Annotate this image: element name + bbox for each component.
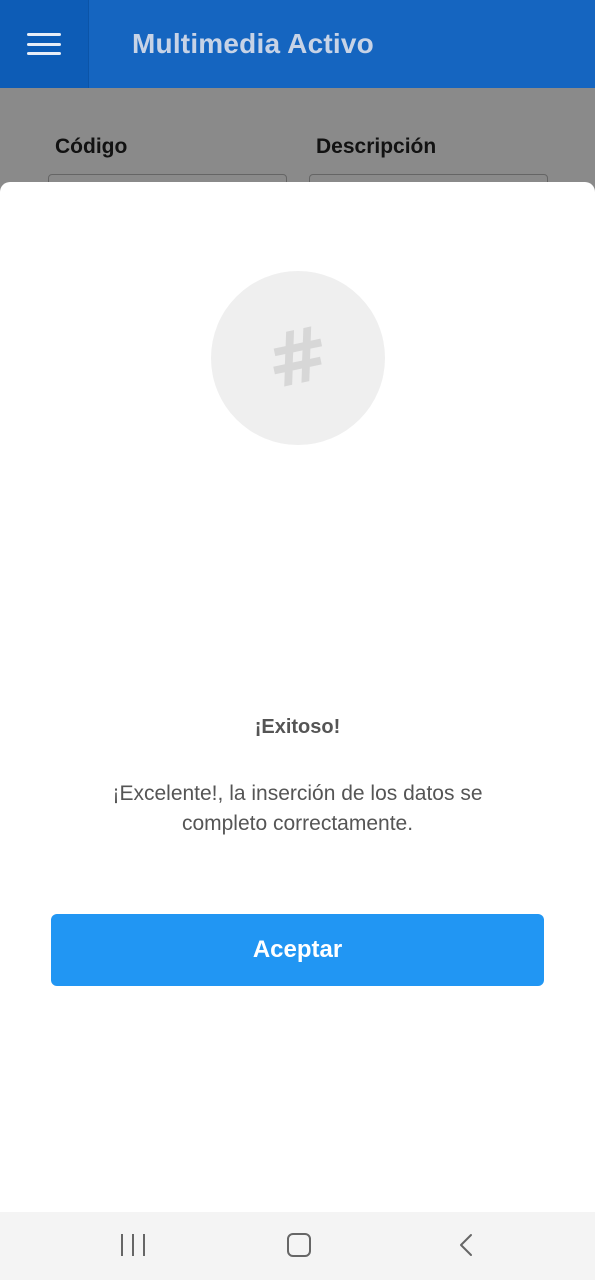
- hash-icon: #: [258, 309, 338, 407]
- dialog-message: ¡Excelente!, la inserción de los datos s…: [112, 782, 483, 835]
- success-dialog: # ¡Exitoso! ¡Excelente!, la inserción de…: [0, 182, 595, 1212]
- accept-button[interactable]: Aceptar: [51, 914, 544, 986]
- home-icon[interactable]: [287, 1233, 311, 1257]
- recent-apps-icon[interactable]: [121, 1234, 145, 1256]
- back-icon[interactable]: [456, 1233, 480, 1257]
- page-title: Multimedia Activo: [132, 28, 374, 59]
- menu-button[interactable]: [0, 0, 89, 88]
- app-bar: Multimedia Activo: [0, 0, 595, 88]
- hamburger-menu-icon: [27, 33, 61, 55]
- system-nav-bar: [0, 1212, 595, 1280]
- dialog-icon-circle: #: [211, 271, 385, 445]
- dialog-title: ¡Exitoso!: [254, 716, 341, 738]
